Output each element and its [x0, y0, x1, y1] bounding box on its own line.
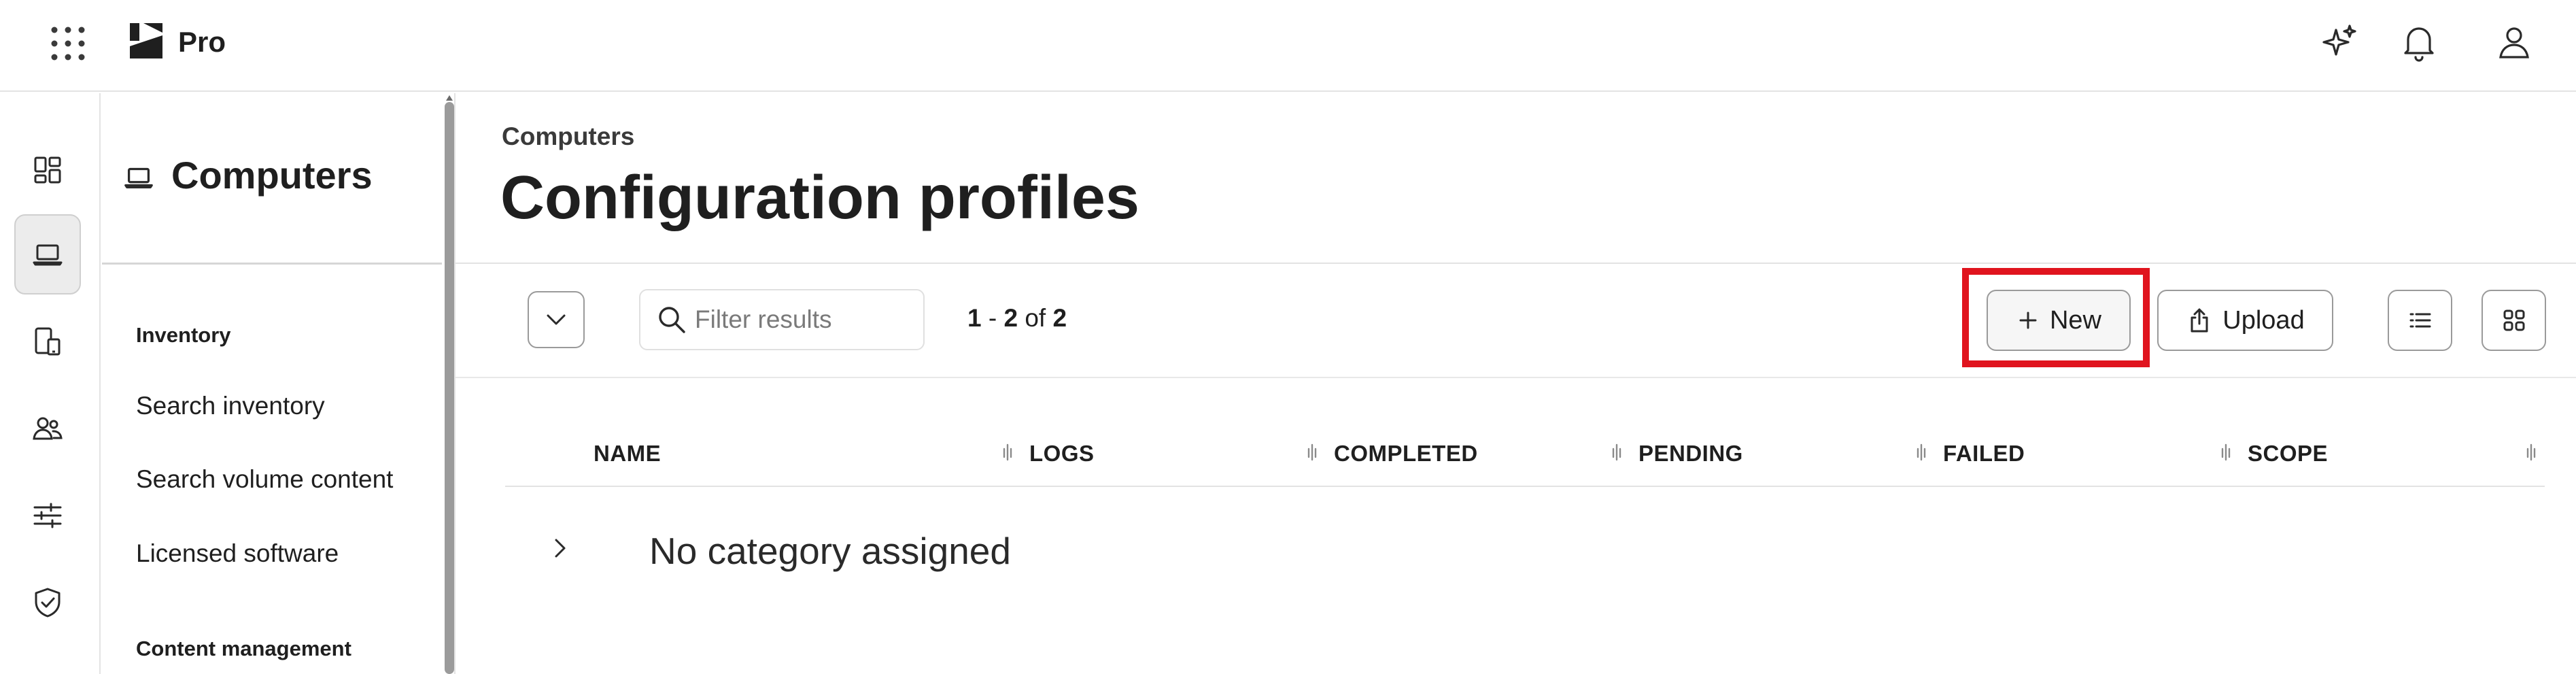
- page-title: Configuration profiles: [500, 164, 1139, 232]
- grid-view-button[interactable]: [2481, 290, 2546, 351]
- brand-logo-icon[interactable]: [126, 20, 167, 61]
- table-header: NAME LOGS COMPLETED PENDING FAILED SCOPE: [505, 423, 2545, 484]
- breadcrumb[interactable]: Computers: [502, 122, 634, 151]
- rail-item-dashboard[interactable]: [14, 130, 81, 210]
- filter-input[interactable]: [695, 305, 912, 334]
- column-resize-handle-icon[interactable]: [1307, 442, 1318, 462]
- category-label: No category assigned: [649, 530, 1011, 572]
- upload-button-label: Upload: [2222, 305, 2305, 335]
- column-header-scope[interactable]: SCOPE: [2248, 441, 2328, 467]
- divider: [456, 377, 2576, 378]
- rail-item-users[interactable]: [14, 388, 81, 469]
- category-row[interactable]: No category assigned: [505, 517, 2545, 585]
- section-sidebar: Computers Inventory Search inventory Sea…: [102, 93, 442, 674]
- column-resize-handle-icon[interactable]: [1916, 442, 1927, 462]
- column-header-name[interactable]: NAME: [594, 441, 661, 467]
- rail-item-devices[interactable]: [14, 301, 81, 382]
- list-icon: [2409, 313, 2431, 328]
- navigation-rail: [0, 93, 101, 674]
- divider: [505, 486, 2545, 487]
- chevron-right-icon[interactable]: [546, 535, 573, 562]
- sidebar-group-inventory: Inventory: [136, 323, 231, 347]
- column-header-logs[interactable]: LOGS: [1029, 441, 1095, 467]
- sparkle-icon[interactable]: [2318, 20, 2362, 64]
- column-resize-handle-icon[interactable]: [1611, 442, 1622, 462]
- column-header-pending[interactable]: PENDING: [1638, 441, 1743, 467]
- bell-icon[interactable]: [2397, 20, 2441, 64]
- list-view-button[interactable]: [2388, 290, 2452, 351]
- divider: [456, 263, 2576, 264]
- new-button-label: New: [2049, 305, 2102, 335]
- column-header-completed[interactable]: COMPLETED: [1334, 441, 1478, 467]
- filter-field[interactable]: [639, 289, 925, 350]
- sidebar-group-content-management: Content management: [136, 637, 351, 660]
- sliders-icon: [33, 503, 62, 528]
- sidebar-item-search-volume-content[interactable]: Search volume content: [136, 465, 393, 494]
- new-button[interactable]: New: [1987, 290, 2131, 351]
- chevron-down-icon: [547, 314, 566, 325]
- pagination-count: 1 - 2 of 2: [967, 304, 1067, 333]
- plus-icon: [2019, 311, 2037, 329]
- app-grid-icon[interactable]: [48, 23, 88, 64]
- pager-end: 2: [1003, 304, 1018, 332]
- search-icon: [655, 303, 688, 336]
- pager-of: of: [1018, 304, 1053, 332]
- top-bar: Pro: [0, 0, 2576, 92]
- laptop-icon: [122, 161, 155, 194]
- dashboard-icon: [34, 156, 61, 184]
- rail-item-computers[interactable]: [14, 214, 81, 294]
- scroll-up-icon[interactable]: [445, 94, 454, 102]
- sidebar-scrollbar[interactable]: [445, 102, 454, 674]
- column-resize-handle-icon[interactable]: [2220, 442, 2231, 462]
- sidebar-header: Computers: [102, 93, 442, 265]
- column-header-failed[interactable]: FAILED: [1943, 441, 2025, 467]
- divider: [454, 93, 456, 674]
- collapse-all-button[interactable]: [528, 291, 585, 348]
- pager-separator: -: [981, 304, 1004, 332]
- column-resize-handle-icon[interactable]: [2526, 442, 2537, 462]
- user-profile-icon[interactable]: [2492, 20, 2536, 64]
- upload-button[interactable]: Upload: [2157, 290, 2333, 351]
- column-resize-handle-icon[interactable]: [1002, 442, 1013, 462]
- upload-icon: [2191, 308, 2208, 333]
- pager-total: 2: [1052, 304, 1067, 332]
- grid-icon: [2503, 309, 2524, 331]
- pager-start: 1: [967, 304, 982, 332]
- sidebar-item-licensed-software[interactable]: Licensed software: [136, 539, 339, 568]
- shield-check-icon: [35, 588, 61, 618]
- users-icon: [33, 417, 63, 440]
- sidebar-item-search-inventory[interactable]: Search inventory: [136, 392, 325, 420]
- rail-item-settings[interactable]: [14, 475, 81, 556]
- sidebar-title: Computers: [171, 154, 373, 197]
- rail-item-security[interactable]: [14, 562, 81, 643]
- laptop-icon: [33, 244, 63, 266]
- brand-name: Pro: [178, 26, 226, 58]
- mobile-devices-icon: [35, 327, 61, 356]
